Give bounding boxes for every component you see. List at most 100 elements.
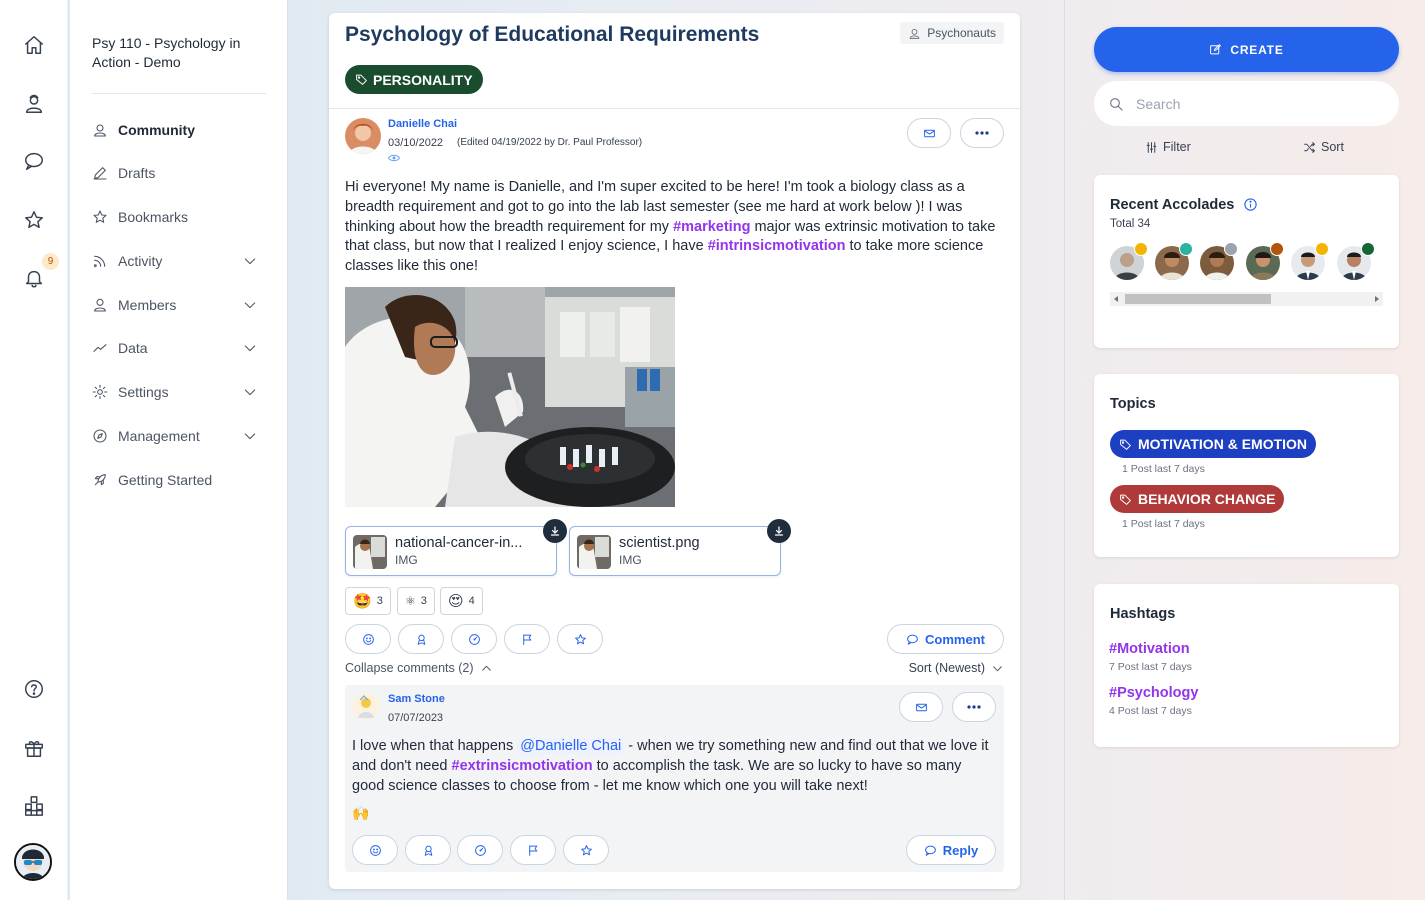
nav-item-members[interactable]: Members [92, 293, 268, 317]
comment-button[interactable]: Comment [887, 624, 1004, 654]
message-button[interactable] [907, 118, 951, 148]
accolade-avatar[interactable] [1337, 242, 1375, 280]
post-tag-label: PERSONALITY [373, 71, 473, 88]
star-icon [580, 844, 592, 855]
more-options-button[interactable] [960, 118, 1004, 148]
info-icon[interactable] [1243, 197, 1258, 212]
accolade-avatar[interactable] [1291, 242, 1329, 280]
post-tag[interactable]: PERSONALITY [345, 65, 483, 94]
hashtag-link[interactable]: #Motivation [1109, 641, 1190, 657]
edit-icon [1210, 44, 1222, 55]
nav-item-bookmarks[interactable]: Bookmarks [92, 205, 268, 229]
download-icon[interactable] [543, 519, 567, 543]
topic-pill[interactable]: MOTIVATION & EMOTION [1110, 430, 1317, 458]
hashtag-meta: 4 Post last 7 days [1109, 705, 1192, 717]
medal-badge [1361, 242, 1375, 256]
nav-item-settings[interactable]: Settings [92, 380, 268, 404]
search-input[interactable]: Search [1094, 81, 1399, 126]
react-button[interactable] [352, 835, 398, 865]
bookmark-button[interactable] [557, 624, 603, 654]
star-icon [574, 633, 586, 644]
chevron-down-icon[interactable] [242, 384, 258, 400]
home-icon[interactable] [21, 32, 47, 58]
blocks-icon[interactable] [21, 793, 47, 819]
attachment-type: IMG [619, 553, 642, 567]
flag-button[interactable] [510, 835, 556, 865]
star-icon[interactable] [21, 207, 47, 233]
attachment-card[interactable]: scientist.png IMG [569, 519, 791, 576]
reaction-chip[interactable]: ⚛ 3 [397, 587, 435, 615]
nav-item-management[interactable]: Management [92, 424, 268, 448]
comment-body: I love when that happens @Danielle Chai … [352, 737, 997, 796]
hashtag-link[interactable]: #marketing [673, 219, 750, 235]
chevron-down-icon[interactable] [242, 297, 258, 313]
pencil-icon [93, 167, 107, 180]
help-icon[interactable] [21, 676, 47, 702]
attachment-filename: national-cancer-in... [395, 535, 523, 551]
reaction-chip[interactable]: 🤩 3 [345, 587, 391, 615]
accolade-button[interactable] [405, 835, 451, 865]
flag-icon [522, 634, 531, 645]
post-title[interactable]: Psychology of Educational Requirements [345, 23, 759, 47]
author-avatar[interactable] [345, 118, 381, 154]
attachment-thumbnail [353, 535, 387, 569]
scroll-right-icon[interactable] [1374, 296, 1380, 302]
attachment-card[interactable]: national-cancer-in... IMG [345, 519, 567, 576]
reaction-chip[interactable]: 😍 4 [440, 587, 483, 615]
hashtag-link[interactable]: #Psychology [1109, 685, 1198, 701]
nav-item-getting-started[interactable]: Getting Started [92, 468, 268, 492]
compass-icon [93, 429, 107, 443]
nav-item-drafts[interactable]: Drafts [92, 161, 268, 185]
nav-label: Members [118, 297, 177, 313]
scrollbar-thumb[interactable] [1125, 294, 1271, 304]
nav-item-data[interactable]: Data [92, 336, 268, 360]
chevron-down-icon[interactable] [242, 428, 258, 444]
award-icon [417, 634, 425, 645]
group-chip[interactable]: Psychonauts [900, 22, 1004, 44]
mention-link[interactable]: @Danielle Chai [517, 738, 625, 754]
accolade-avatar[interactable] [1200, 242, 1238, 280]
commenter-name[interactable]: Sam Stone [388, 693, 445, 705]
accolade-avatar[interactable] [1110, 242, 1148, 280]
flag-button[interactable] [504, 624, 550, 654]
accolade-avatar[interactable] [1155, 242, 1193, 280]
accolade-button[interactable] [398, 624, 444, 654]
chevron-up-icon [481, 665, 491, 671]
filter-button[interactable]: Filter [1145, 140, 1191, 154]
hashtag-link[interactable]: #intrinsicmotivation [708, 238, 846, 254]
comment-sort-dropdown[interactable]: Sort (Newest) [909, 661, 1004, 675]
chat-icon[interactable] [21, 148, 47, 174]
bell-icon[interactable] [21, 265, 47, 291]
create-button[interactable]: CREATE [1094, 27, 1399, 72]
chevron-down-icon[interactable] [242, 253, 258, 269]
bookmark-button[interactable] [563, 835, 609, 865]
user-avatar[interactable] [14, 843, 52, 881]
download-icon[interactable] [767, 519, 791, 543]
react-button[interactable] [345, 624, 391, 654]
author-name[interactable]: Danielle Chai [388, 118, 457, 130]
topic-label: BEHAVIOR CHANGE [1138, 491, 1276, 507]
people-icon[interactable] [21, 91, 47, 117]
nav-item-community[interactable]: Community [92, 118, 268, 142]
more-options-button[interactable] [952, 692, 996, 722]
topic-pill[interactable]: BEHAVIOR CHANGE [1110, 485, 1285, 513]
attachment-thumbnail [577, 535, 611, 569]
gear-icon [92, 384, 108, 400]
post-image[interactable] [345, 287, 675, 507]
scroll-left-icon[interactable] [1113, 296, 1119, 302]
sort-button[interactable]: Sort [1303, 140, 1344, 154]
accolade-avatar[interactable] [1246, 242, 1284, 280]
commenter-avatar[interactable] [352, 692, 380, 720]
rate-button[interactable] [457, 835, 503, 865]
accolades-scrollbar[interactable] [1110, 292, 1383, 306]
reply-button[interactable]: Reply [906, 835, 996, 865]
mail-icon [915, 703, 927, 711]
nav-item-activity[interactable]: Activity [92, 249, 268, 273]
hashtag-link[interactable]: #extrinsicmotivation [452, 758, 593, 774]
rate-button[interactable] [451, 624, 497, 654]
message-button[interactable] [899, 692, 943, 722]
post-date: 03/10/2022 [388, 137, 444, 149]
gift-icon[interactable] [21, 735, 47, 761]
chevron-down-icon[interactable] [242, 340, 258, 356]
collapse-comments-toggle[interactable]: Collapse comments (2) [345, 661, 493, 675]
